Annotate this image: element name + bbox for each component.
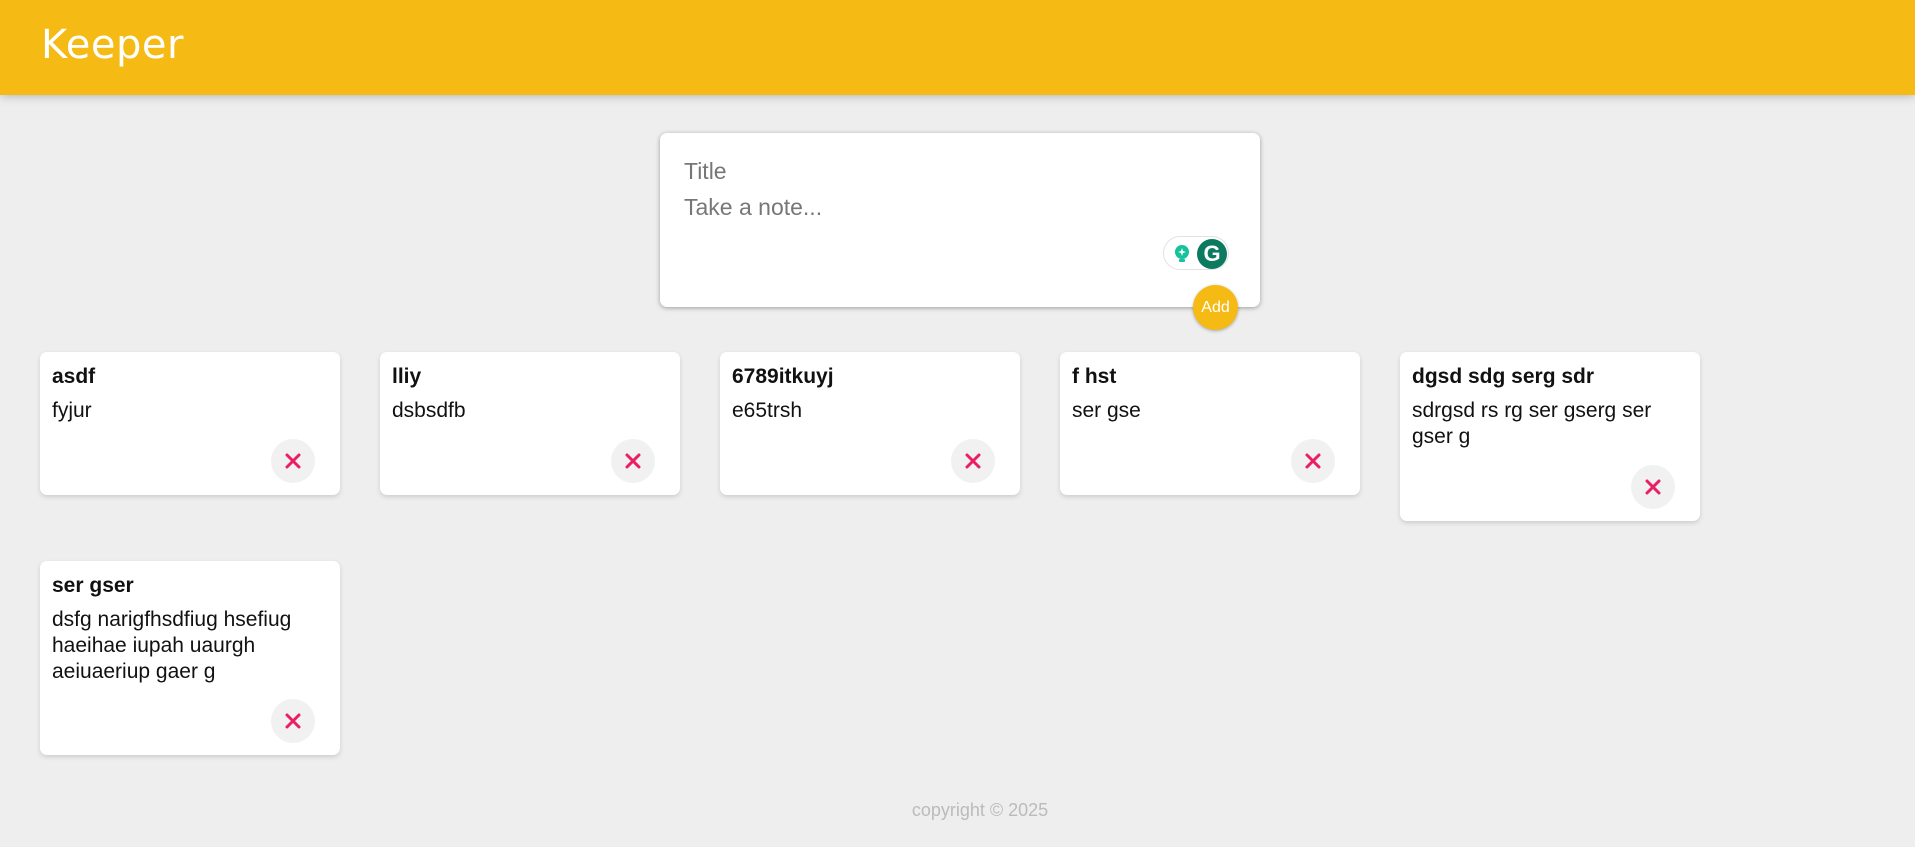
close-icon bbox=[1305, 453, 1321, 469]
note-content: ser gse bbox=[1072, 399, 1141, 422]
note-card: 6789itkuyj e65trsh bbox=[720, 352, 1020, 495]
note-title: asdf bbox=[52, 365, 96, 388]
note-card: asdf fyjur bbox=[40, 352, 340, 495]
delete-note-button[interactable] bbox=[951, 439, 995, 483]
note-content-input[interactable] bbox=[684, 194, 1234, 274]
note-title: ser gser bbox=[52, 574, 134, 597]
close-icon bbox=[285, 453, 301, 469]
delete-note-button[interactable] bbox=[611, 439, 655, 483]
add-note-button[interactable]: Add bbox=[1193, 285, 1238, 330]
note-content: fyjur bbox=[52, 399, 92, 422]
note-content: dsfg narigfhsdfiug hsefiug haeihae iupah… bbox=[52, 608, 292, 683]
grammarly-icon: G bbox=[1197, 239, 1227, 269]
lightbulb-icon bbox=[1175, 245, 1189, 262]
close-icon bbox=[285, 713, 301, 729]
note-title: dgsd sdg serg sdr bbox=[1412, 365, 1595, 388]
note-card: ser gser dsfg narigfhsdfiug hsefiug haei… bbox=[40, 561, 340, 755]
note-title: lliy bbox=[392, 365, 422, 388]
close-icon bbox=[965, 453, 981, 469]
delete-note-button[interactable] bbox=[271, 439, 315, 483]
note-content: sdrgsd rs rg ser gserg ser gser g bbox=[1412, 399, 1652, 448]
delete-note-button[interactable] bbox=[271, 699, 315, 743]
footer-copyright: copyright © 2025 bbox=[911, 800, 1049, 820]
note-title: 6789itkuyj bbox=[732, 365, 834, 388]
note-content: e65trsh bbox=[732, 399, 803, 422]
close-icon bbox=[1645, 479, 1661, 495]
note-card: lliy dsbsdfb bbox=[380, 352, 680, 495]
app-title: Keeper bbox=[41, 22, 184, 68]
grammarly-widget[interactable]: G bbox=[1163, 236, 1229, 270]
app-header: Keeper bbox=[0, 0, 1915, 95]
delete-note-button[interactable] bbox=[1291, 439, 1335, 483]
note-card: f hst ser gse bbox=[1060, 352, 1360, 495]
note-content: dsbsdfb bbox=[392, 399, 466, 422]
note-composer: G bbox=[660, 133, 1260, 307]
title-input[interactable] bbox=[684, 155, 1234, 187]
note-card: dgsd sdg serg sdr sdrgsd rs rg ser gserg… bbox=[1400, 352, 1700, 521]
close-icon bbox=[625, 453, 641, 469]
note-title: f hst bbox=[1072, 365, 1117, 388]
delete-note-button[interactable] bbox=[1631, 465, 1675, 509]
